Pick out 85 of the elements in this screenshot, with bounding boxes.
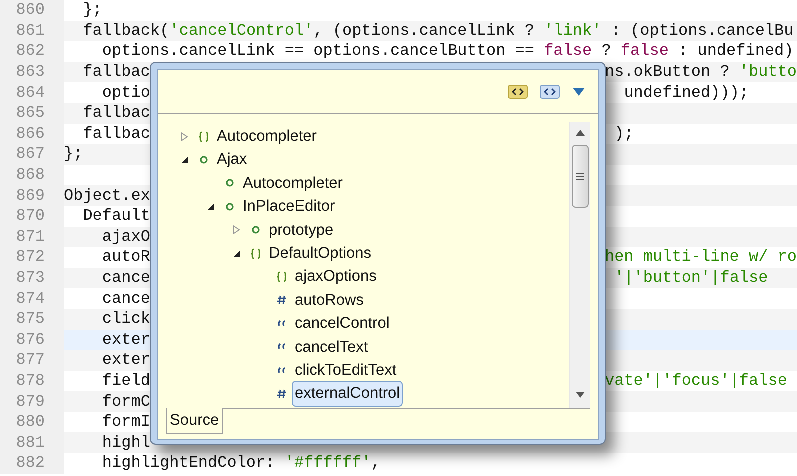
tree-item[interactable]: Autocompleter [240,170,346,196]
expanded-arrow-icon[interactable] [232,248,240,259]
braces-icon [198,130,210,143]
code-line: ); [614,126,634,142]
code-line: highl [101,434,150,451]
line-number: 861 [16,22,45,39]
code-line: exter [101,352,150,368]
tree-item[interactable]: InPlaceEditor [240,194,338,220]
tree-item[interactable]: Ajax [214,147,250,173]
code-toggle-icon[interactable] [508,84,528,98]
line-number: 879 [16,394,45,410]
line-number: 867 [16,146,45,162]
braces-icon [276,271,288,284]
line-number: 876 [16,332,45,348]
scroll-up-icon[interactable] [576,130,584,136]
tree-item[interactable]: ajaxOptions [292,264,380,290]
code-line: click [101,311,150,328]
expanded-arrow-icon[interactable] [180,155,188,166]
code-line: highlightEndColor: '#ffffff', [101,455,381,472]
line-number: 868 [16,167,45,184]
tree-item[interactable]: Autocompleter [214,124,320,150]
line-number: 860 [16,2,45,18]
code-line: '|'button'|false [614,270,768,286]
expanded-arrow-icon[interactable] [206,202,214,212]
line-number: 878 [16,372,45,389]
tree-item[interactable]: cancelText [292,334,372,360]
code-line: formC [101,394,150,410]
code-line: }; [82,2,102,18]
code-line: hen multi-line w/ ro [604,249,797,266]
line-number: 872 [16,249,45,266]
code-line: optio [101,84,150,101]
code-line: fallbac [82,64,150,80]
line-number: 870 [16,208,45,224]
line-number: 882 [16,455,45,472]
code-line: options.cancelLink == options.cancelButton == false ? false : undefined) [101,43,794,60]
tree-item[interactable]: autoRows [292,288,367,314]
source-tab[interactable]: Source [166,408,224,434]
line-number: 865 [16,105,45,122]
circle-icon [224,177,236,190]
code-line: cance [101,290,150,307]
code-line: exter [101,332,150,348]
line-number: 862 [16,43,45,60]
circle-icon [224,200,236,213]
grip-icon [576,173,584,180]
tree-item[interactable]: clickToEditText [292,358,400,384]
line-number: 869 [16,188,45,204]
hash-icon [276,294,288,306]
code-line: ajaxO [101,228,150,245]
line-number: 864 [16,84,45,101]
line-number: 875 [16,311,45,328]
line-number: 881 [16,434,45,451]
circle-icon [198,154,210,166]
dropdown-icon[interactable] [572,86,586,96]
line-number: 863 [16,64,45,80]
hash-icon [276,388,288,400]
code-line: cance [101,270,150,286]
code-line: vate'|'focus'|false [605,372,788,389]
scrollbar-thumb[interactable] [572,145,588,208]
line-number: 880 [16,414,45,430]
circle-icon [250,224,262,236]
scrollbar[interactable] [569,122,590,408]
line-number: 874 [16,290,45,307]
line-number: 877 [16,352,45,368]
code-line: undefined))); [623,84,750,101]
code-line: field [101,372,150,389]
code-line: fallbac [82,126,150,142]
code-line: Default [82,208,150,224]
tree-item[interactable]: prototype [266,218,337,243]
collapsed-arrow-icon[interactable] [232,225,240,236]
line-number: 866 [16,126,45,142]
code-line: fallback('cancelControl', (options.cancelLink ? 'link' : (options.cancelBu [82,22,794,39]
tree-item[interactable]: cancelControl [292,311,393,336]
braces-icon [250,248,262,260]
code-line: fallbac [82,105,150,122]
code-line: autoR [101,249,150,266]
code-toggle-icon[interactable] [540,84,560,98]
line-number: 871 [16,228,45,245]
line-number: 873 [16,270,45,286]
code-line: Object.ex [64,188,150,204]
tree-item[interactable]: externalControl [292,381,404,407]
code-line: ns.okButton ? 'butto [604,64,797,80]
tree-item[interactable]: DefaultOptions [266,241,375,266]
code-line: formI [101,414,150,430]
code-line: }; [64,146,84,162]
collapsed-arrow-icon[interactable] [180,132,188,142]
